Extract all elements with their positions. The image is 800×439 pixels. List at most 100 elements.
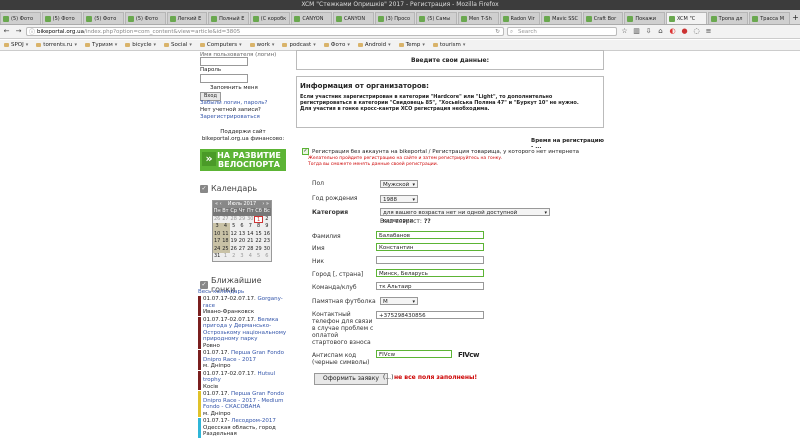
bookmark-0[interactable]: SPOJ ▾ [4, 42, 28, 48]
calendar-day[interactable]: 29 [254, 246, 262, 254]
calendar-day[interactable]: 14 [246, 231, 254, 239]
search-input[interactable]: ⌕ Search [507, 27, 617, 36]
tab-5[interactable]: Полный Е [208, 12, 249, 24]
reload-button[interactable]: ↻ [495, 28, 500, 37]
tab-13[interactable]: Mavic SSC [541, 12, 582, 24]
tab-0[interactable]: (5) Фото [0, 12, 41, 24]
calendar-day[interactable]: 7 [246, 223, 254, 231]
team-input[interactable]: тк Альтаир [376, 282, 484, 290]
no-account-checkbox[interactable]: ✓ [302, 148, 309, 155]
bookmark-10[interactable]: Temp ▾ [398, 42, 425, 48]
no-account-checkbox-row[interactable]: ✓ Регистрация без аккаунта на bikeportal… [302, 148, 579, 155]
bookmark-5[interactable]: Computers ▾ [199, 42, 242, 48]
tab-8[interactable]: CANYON [333, 12, 374, 24]
bookmark-3[interactable]: bicycle ▾ [125, 42, 156, 48]
calendar-day[interactable]: 31 [213, 253, 221, 261]
antispam-input[interactable]: FIVcw [376, 350, 452, 358]
phone-input[interactable]: +375298430856 [376, 311, 484, 319]
tab-14[interactable]: Craft Bor [582, 12, 624, 24]
tab-17[interactable]: Тропа дл [707, 12, 749, 24]
calendar-day[interactable]: 6 [263, 253, 271, 261]
calendar-day[interactable]: 22 [254, 238, 262, 246]
calendar-day[interactable]: 5 [230, 223, 238, 231]
calendar-day[interactable]: 13 [238, 231, 246, 239]
password-field[interactable] [200, 74, 248, 83]
tab-18[interactable]: Трасса М [749, 12, 790, 24]
calendar-day[interactable]: 24 [213, 245, 222, 253]
sex-select[interactable]: Мужской [380, 180, 418, 189]
tab-11[interactable]: Men T-Sh [457, 12, 499, 24]
login-field[interactable] [200, 57, 248, 66]
forgot-link[interactable]: Забыли логин, пароль? [200, 100, 267, 106]
category-select[interactable]: для вашего возраста нет ни одной доступн… [380, 208, 550, 224]
all-calendar-link[interactable]: Весь календарь [198, 289, 288, 295]
calendar-day[interactable]: 4 [221, 223, 230, 231]
calendar-day[interactable]: 11 [221, 230, 230, 238]
pocket-icon[interactable]: ◐ [668, 27, 677, 36]
register-link[interactable]: Зарегистрироваться [200, 114, 260, 120]
shirt-select[interactable]: M [380, 297, 418, 306]
bookmark-7[interactable]: podcast ▾ [282, 42, 316, 48]
bookmark-9[interactable]: Android ▾ [357, 42, 391, 48]
back-button[interactable]: ← [2, 27, 11, 36]
tab-16[interactable]: XCM "С [666, 12, 707, 24]
calendar-day[interactable]: 1 [221, 253, 229, 261]
calendar-day[interactable]: 17 [213, 238, 222, 246]
new-tab-button[interactable]: + [791, 12, 800, 24]
tab-3[interactable]: (5) Фото [124, 12, 166, 24]
tab-2[interactable]: (5) Фото [83, 12, 124, 24]
tab-1[interactable]: (5) Фото [41, 12, 83, 24]
calendar-day[interactable]: 25 [221, 245, 230, 253]
tab-9[interactable]: (3) Просо [374, 12, 416, 24]
bookmark-4[interactable]: Social ▾ [164, 42, 192, 48]
home-button[interactable]: ⌂ [656, 27, 665, 36]
library-icon[interactable]: ▥ [632, 27, 641, 36]
calendar-next[interactable]: › » [262, 201, 269, 208]
calendar-day[interactable]: 10 [213, 230, 222, 238]
birth-select[interactable]: 1988 [380, 195, 418, 204]
tab-10[interactable]: (5) Самы [416, 12, 457, 24]
nick-input[interactable] [376, 256, 484, 264]
surname-input[interactable]: Балабанов [376, 231, 484, 239]
calendar-day[interactable]: 23 [263, 238, 271, 246]
bookmark-star-icon[interactable]: ☆ [620, 27, 629, 36]
calendar-day[interactable]: 15 [254, 231, 262, 239]
calendar-day[interactable]: 19 [230, 238, 238, 246]
forward-button[interactable]: → [14, 27, 23, 36]
tab-12[interactable]: Radon Vir [499, 12, 541, 24]
bookmark-1[interactable]: torrents.ru ▾ [36, 42, 77, 48]
submit-button[interactable]: Оформить заявку [314, 373, 388, 385]
calendar-day[interactable]: 8 [254, 223, 262, 231]
bookmark-8[interactable]: Фото ▾ [323, 42, 350, 48]
calendar-day[interactable]: 5 [254, 253, 262, 261]
tab-7[interactable]: CANYON [291, 12, 332, 24]
calendar-day[interactable]: 9 [263, 223, 271, 231]
calendar-day[interactable]: 3 [238, 253, 246, 261]
addon-icon[interactable]: ● [680, 27, 689, 36]
calendar-day[interactable]: 26 [230, 246, 238, 254]
calendar-day[interactable]: 16 [263, 231, 271, 239]
calendar-day[interactable]: 26 [213, 216, 221, 224]
calendar-day[interactable]: 2 [263, 216, 271, 224]
calendar-day[interactable]: 1 [254, 215, 263, 223]
calendar-day[interactable]: 6 [238, 223, 246, 231]
calendar-day[interactable]: 12 [230, 231, 238, 239]
menu-button[interactable]: ≡ [704, 27, 713, 36]
sync-icon[interactable]: ◌ [692, 27, 701, 36]
info-icon[interactable]: ⓘ [29, 28, 35, 37]
calendar-prev[interactable]: « ‹ [215, 201, 222, 208]
calendar-day[interactable]: 20 [238, 238, 246, 246]
calendar-day[interactable]: 2 [230, 253, 238, 261]
tab-6[interactable]: (С коробк [249, 12, 291, 24]
calendar-day[interactable]: 28 [230, 216, 238, 224]
bookmark-2[interactable]: Туризм ▾ [85, 42, 117, 48]
bookmark-11[interactable]: tourism ▾ [432, 42, 465, 48]
support-banner[interactable]: » НА РАЗВИТИЕ ВЕЛОСПОРТА [200, 149, 286, 171]
calendar-day[interactable]: 28 [246, 246, 254, 254]
calendar-day[interactable]: 27 [221, 216, 229, 224]
tab-15[interactable]: Покажи [624, 12, 665, 24]
city-input[interactable]: Минск, Беларусь [376, 269, 484, 277]
bookmark-6[interactable]: work ▾ [249, 42, 274, 48]
calendar-day[interactable]: 27 [238, 246, 246, 254]
calendar-day[interactable]: 30 [246, 216, 254, 224]
